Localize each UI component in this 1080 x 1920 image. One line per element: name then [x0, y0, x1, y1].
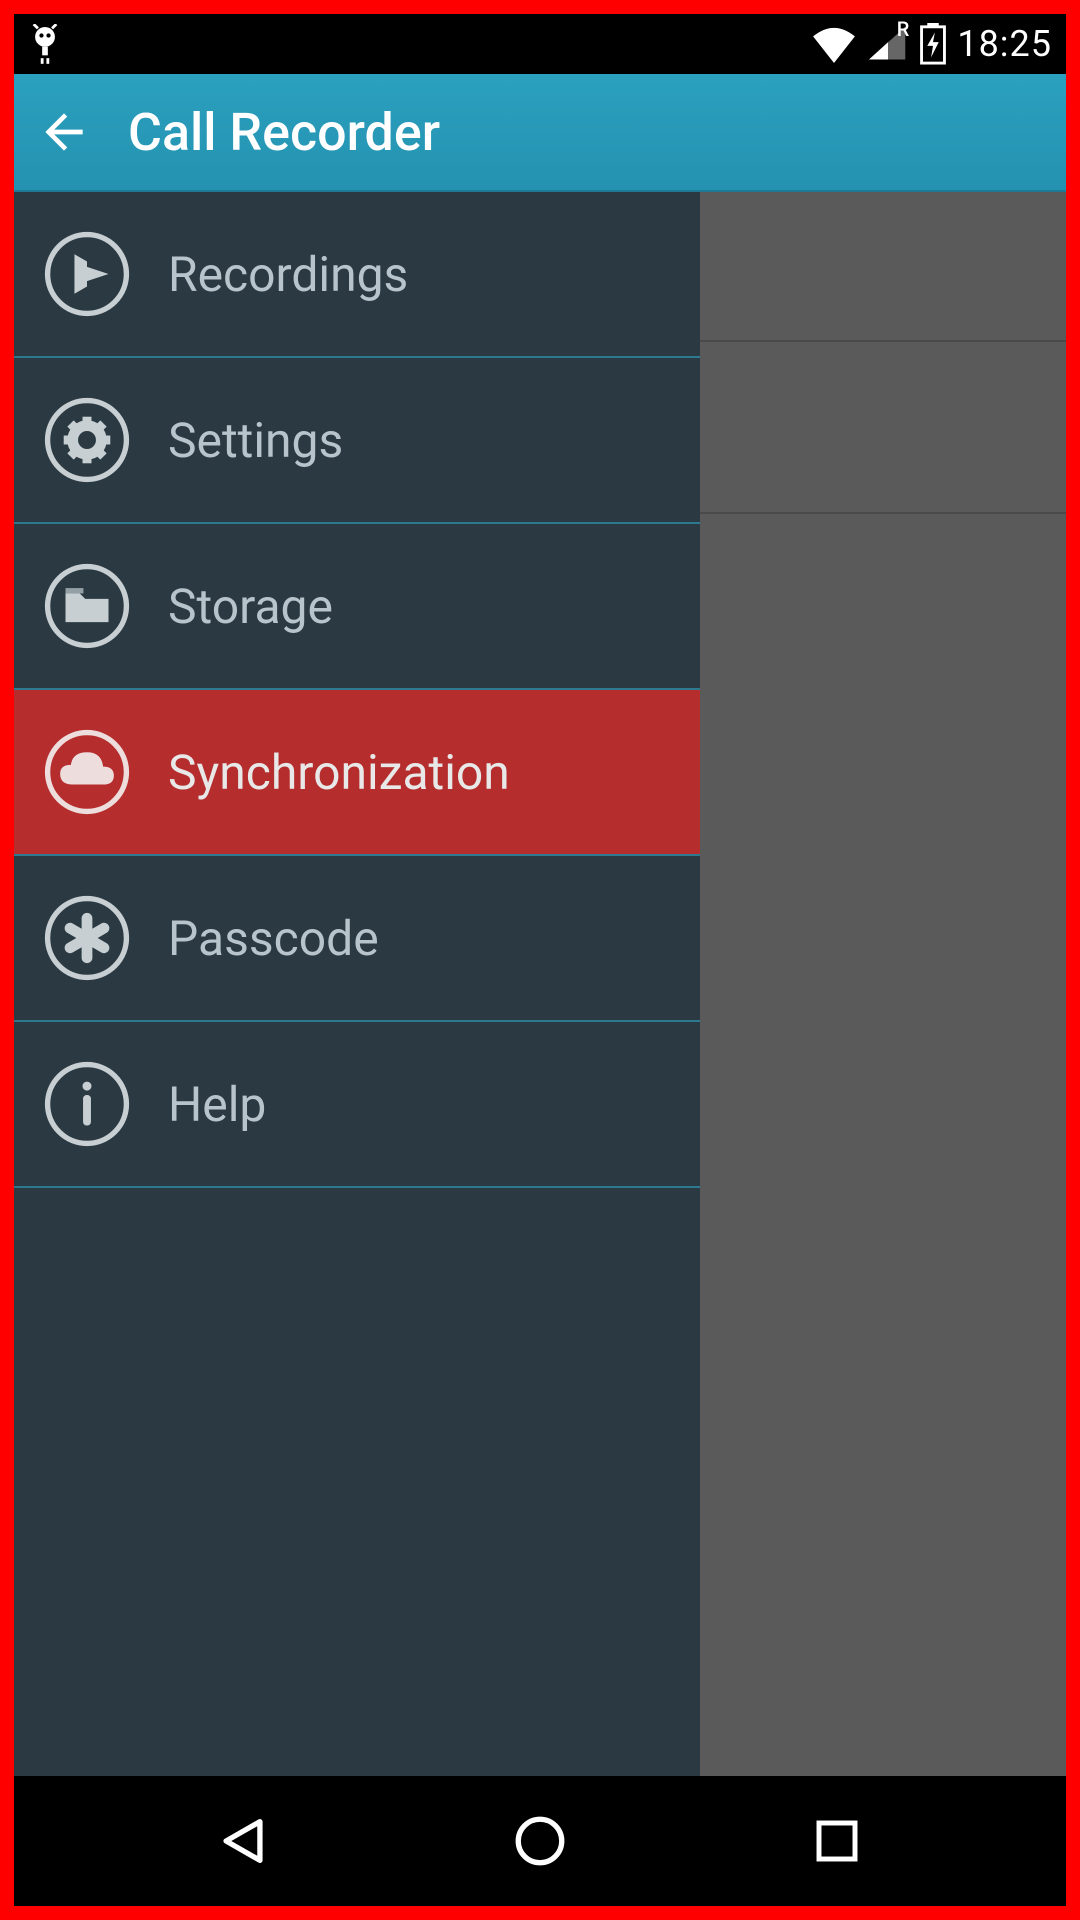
system-nav-bar: [14, 1776, 1066, 1906]
divider: [700, 512, 1066, 514]
navigation-drawer: Recordings: [14, 192, 700, 1776]
back-button[interactable]: [32, 100, 96, 164]
nav-recent-button[interactable]: [797, 1801, 877, 1881]
sidebar-item-synchronization[interactable]: Synchronization: [14, 690, 700, 856]
sidebar-item-label: Settings: [168, 412, 343, 469]
divider: [700, 340, 1066, 342]
asterisk-icon: [44, 895, 130, 981]
cloud-icon: [44, 729, 130, 815]
sidebar-item-passcode[interactable]: Passcode: [14, 856, 700, 1022]
sidebar-item-label: Recordings: [168, 246, 408, 303]
nav-home-button[interactable]: [500, 1801, 580, 1881]
sidebar-item-label: Storage: [168, 578, 333, 635]
wifi-icon: [811, 25, 857, 63]
battery-charging-icon: [919, 23, 947, 65]
gear-icon: [44, 397, 130, 483]
sidebar-item-label: Synchronization: [168, 744, 510, 801]
device-frame: R 18:25 Call Recorder: [0, 0, 1080, 1920]
content-area: Recordings: [14, 192, 1066, 1776]
cell-signal-icon: R: [867, 25, 909, 63]
status-left: [28, 24, 62, 64]
sidebar-item-label: Help: [168, 1076, 266, 1133]
sidebar-item-storage[interactable]: Storage: [14, 524, 700, 690]
info-icon: [44, 1061, 130, 1147]
status-bar: R 18:25: [14, 14, 1066, 74]
status-right: R 18:25: [811, 23, 1052, 65]
status-time: 18:25: [957, 23, 1052, 65]
action-bar: Call Recorder: [14, 74, 1066, 192]
content-scrim[interactable]: [700, 192, 1066, 1776]
roaming-indicator: R: [897, 17, 910, 41]
debug-icon: [28, 24, 62, 64]
play-icon: [44, 231, 130, 317]
page-title: Call Recorder: [128, 102, 440, 163]
sidebar-item-settings[interactable]: Settings: [14, 358, 700, 524]
device-screen: R 18:25 Call Recorder: [14, 14, 1066, 1906]
nav-back-button[interactable]: [203, 1801, 283, 1881]
sidebar-item-help[interactable]: Help: [14, 1022, 700, 1188]
sidebar-item-label: Passcode: [168, 910, 379, 967]
folder-icon: [44, 563, 130, 649]
sidebar-item-recordings[interactable]: Recordings: [14, 192, 700, 358]
